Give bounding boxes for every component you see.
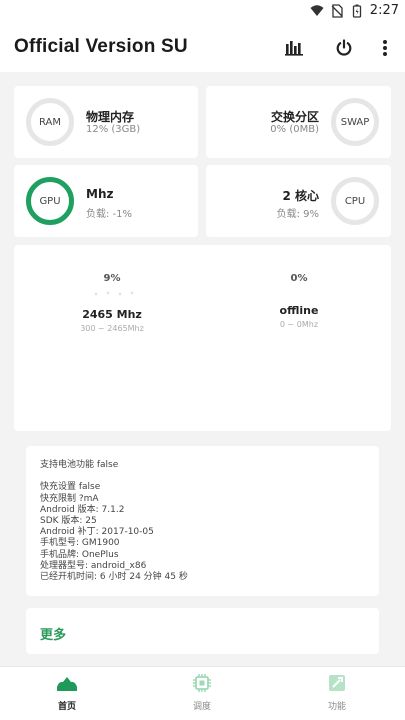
info-line: 支持电池功能 false [40, 460, 119, 470]
info-line: SDK 版本: 25 [40, 516, 97, 527]
cpu-load: 负载: 9% [276, 209, 319, 220]
gpu-ring-label: GPU [39, 195, 61, 207]
battery-icon [352, 4, 361, 18]
power-button[interactable] [332, 36, 356, 60]
ram-name: 物理内存 [86, 110, 135, 124]
info-line: 快充设置 false [40, 482, 101, 493]
swap-name: 交换分区 [270, 110, 319, 124]
chart-icon [285, 41, 303, 56]
core-0-sparkline-icon [94, 291, 134, 296]
info-line: 手机型号: GM1900 [40, 538, 120, 549]
nav-functions-label: 功能 [327, 702, 346, 712]
swap-card[interactable]: 交换分区 0% (0MB) SWAP [206, 86, 391, 158]
ram-card[interactable]: RAM 物理内存 12% (3GB) [14, 86, 198, 158]
status-icons: 2:27 [310, 3, 399, 18]
status-time: 2:27 [369, 3, 399, 18]
swap-ring-label: SWAP [340, 116, 370, 128]
ram-ring: RAM [26, 98, 74, 146]
cpu-ring-label: CPU [344, 195, 366, 207]
gpu-card[interactable]: GPU Mhz 负载: -1% [14, 165, 198, 237]
core-0-frequency: 9% 2465 Mhz 300 ~ 2465Mhz [32, 273, 192, 333]
device-info-list: 支持电池功能 false 快充设置 false 快充限制 ?mA Android… [40, 460, 188, 583]
tools-icon [329, 675, 345, 691]
info-line: Android 版本: 7.1.2 [40, 504, 125, 515]
more-vert-icon [383, 40, 387, 56]
swap-value: 0% (0MB) [270, 124, 319, 135]
info-line: Android 补丁: 2017-10-05 [40, 527, 154, 538]
gpu-name: Mhz [86, 187, 114, 201]
home-icon [57, 677, 77, 691]
ram-ring-label: RAM [38, 116, 61, 128]
no-sim-icon [331, 3, 343, 18]
nav-home[interactable]: 首页 [27, 673, 107, 712]
info-line: 手机品牌: OnePlus [40, 549, 119, 560]
core-0-percent: 9% [103, 273, 121, 284]
core-1-percent: 0% [290, 273, 308, 284]
more-button[interactable]: 更多 [40, 624, 66, 643]
info-line [40, 471, 188, 482]
core-1-range: 0 ~ 0Mhz [279, 320, 319, 329]
info-line: 已经开机时间: 6 小时 24 分钟 45 秒 [40, 572, 188, 583]
nav-schedule[interactable]: 调度 [162, 673, 242, 712]
info-line: 快充限制 ?mA [40, 493, 99, 504]
status-bar: 2:27 [0, 0, 405, 24]
cpu-ring: CPU [331, 177, 379, 225]
app-bar: Official Version SU [0, 24, 405, 72]
core-1-value: offline [279, 304, 319, 317]
power-icon [336, 39, 352, 56]
nav-home-label: 首页 [57, 702, 76, 712]
cpu-frequency-card[interactable]: 9% 2465 Mhz 300 ~ 2465Mhz 0% offline 0 ~… [14, 245, 391, 431]
nav-functions[interactable]: 功能 [297, 673, 377, 712]
chart-button[interactable] [282, 36, 306, 60]
core-0-value: 2465 Mhz [82, 308, 142, 321]
wifi-icon [310, 4, 324, 16]
app-title: Official Version SU [14, 36, 188, 57]
cpu-name: 2 核心 [282, 189, 319, 203]
nav-schedule-label: 调度 [192, 702, 211, 712]
gpu-load: 负载: -1% [86, 209, 133, 220]
more-options-button[interactable] [373, 36, 397, 60]
ram-value: 12% (3GB) [86, 124, 141, 135]
chip-icon [193, 674, 211, 692]
info-line: 处理器型号: android_x86 [40, 560, 147, 571]
cpu-card[interactable]: 2 核心 负载: 9% CPU [206, 165, 391, 237]
bottom-nav: 首页 调度 功能 [0, 666, 405, 720]
core-1-frequency: 0% offline 0 ~ 0Mhz [219, 273, 379, 329]
more-card[interactable] [26, 608, 379, 654]
swap-ring: SWAP [331, 98, 379, 146]
core-0-range: 300 ~ 2465Mhz [80, 324, 144, 333]
gpu-ring: GPU [26, 177, 74, 225]
